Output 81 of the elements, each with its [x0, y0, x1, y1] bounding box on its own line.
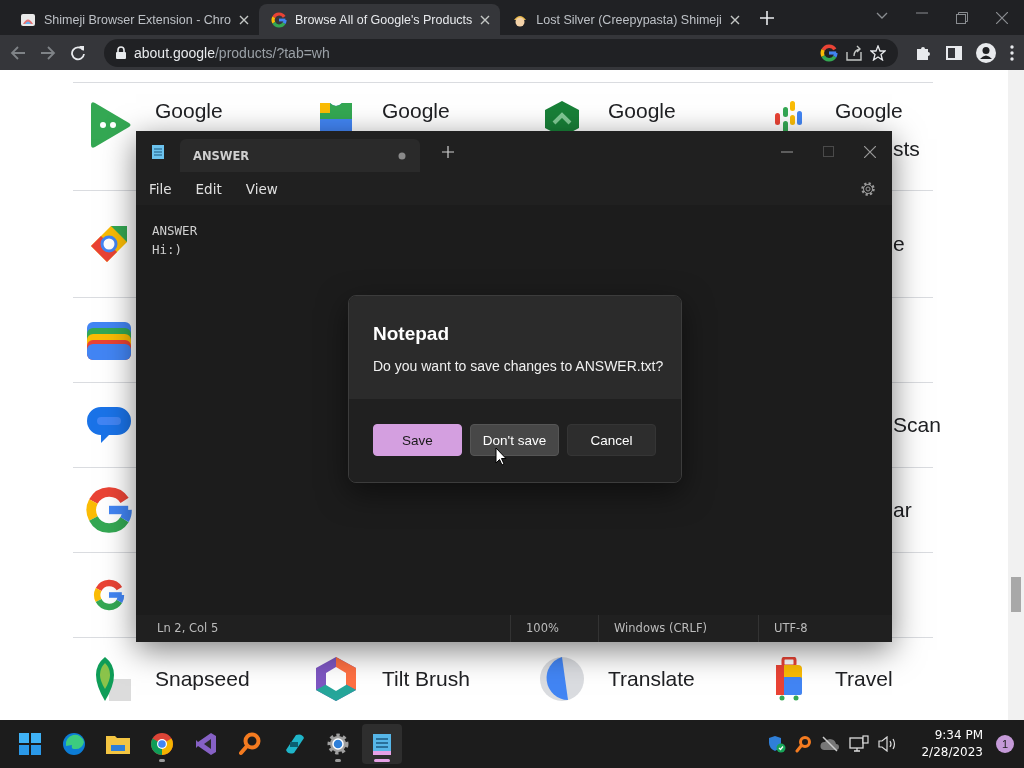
puzzle-icon[interactable] — [916, 44, 932, 61]
product-name[interactable]: e — [893, 232, 905, 256]
dialog-title: Notepad — [373, 323, 450, 345]
start-icon[interactable] — [19, 733, 41, 755]
settings-icon[interactable] — [860, 180, 876, 197]
back-icon[interactable] — [10, 44, 26, 61]
product-name[interactable]: Google — [835, 99, 903, 123]
product-name[interactable]: Translate — [608, 667, 695, 691]
product-name[interactable]: ar — [893, 498, 912, 522]
menu-item[interactable]: Edit — [195, 180, 246, 197]
product-name[interactable]: Snapseed — [155, 667, 250, 691]
menu-item[interactable]: File — [149, 180, 196, 197]
product-name[interactable]: Tilt Brush — [382, 667, 470, 691]
ribbon-icon[interactable] — [195, 732, 217, 756]
pointer-icon — [495, 447, 507, 466]
g-logo-icon — [93, 579, 125, 611]
product-name[interactable]: Travel — [835, 667, 893, 691]
status-item: Windows (CRLF) — [598, 615, 758, 642]
notepad-icon — [151, 143, 165, 160]
close-icon[interactable] — [729, 14, 740, 25]
restore-icon[interactable] — [956, 11, 968, 24]
product-name[interactable]: sts — [893, 137, 920, 161]
minimize-icon[interactable] — [781, 150, 793, 153]
lock-icon — [116, 46, 126, 59]
g-logo-icon — [85, 486, 133, 534]
document-tab[interactable]: ANSWER — [180, 139, 420, 172]
status-item: Ln 2, Col 5 — [156, 620, 220, 637]
close-icon[interactable] — [996, 11, 1008, 24]
taskbar-button[interactable] — [362, 724, 402, 764]
close-icon[interactable] — [238, 14, 249, 25]
share-icon[interactable] — [846, 44, 862, 61]
favicon-icon — [20, 11, 36, 28]
close-icon[interactable] — [864, 145, 876, 158]
browser-swirl-icon[interactable] — [62, 732, 86, 756]
magnifier-icon[interactable] — [239, 732, 261, 756]
scroll-thumb[interactable] — [1011, 577, 1021, 612]
network-icon[interactable] — [849, 735, 870, 753]
dialog-message: Do you want to save changes to ANSWER.txt? — [373, 357, 664, 376]
suitcase-icon — [774, 657, 804, 701]
cloud-off-icon[interactable] — [820, 736, 841, 752]
chat-bubble-icon — [87, 405, 131, 445]
hexagon-icon — [314, 655, 358, 703]
product-name[interactable]: Google — [382, 99, 450, 123]
notification-badge[interactable]: 1 — [996, 735, 1014, 753]
google-icon — [820, 43, 838, 62]
shield-icon[interactable] — [768, 735, 787, 753]
address-field[interactable]: about.google/products/?tab=wh — [104, 38, 898, 67]
menu-item[interactable]: View — [245, 180, 302, 197]
magnifier-icon[interactable] — [795, 735, 812, 753]
profile-icon[interactable] — [976, 42, 996, 63]
clock[interactable]: 9:34 PM 2/28/2023 — [921, 727, 983, 761]
dialog-button[interactable]: Don't save — [470, 424, 559, 456]
browser-tab[interactable]: Shimeji Browser Extension - Chro — [8, 4, 259, 35]
menu-icon[interactable] — [1010, 44, 1014, 61]
browser-tab[interactable]: Lost Silver (Creepypasta) Shimeji — [500, 4, 750, 35]
sidebar-icon[interactable] — [946, 45, 962, 60]
product-name[interactable]: Google — [608, 99, 676, 123]
close-icon[interactable] — [480, 14, 491, 25]
star-icon[interactable] — [870, 44, 886, 61]
chevron-down-icon[interactable] — [876, 11, 888, 20]
dialog-button[interactable]: Cancel — [567, 424, 656, 456]
text-line: Hi:) — [152, 241, 184, 259]
text-line: ANSWER — [152, 222, 199, 240]
product-name[interactable]: Scan — [893, 413, 941, 437]
browser-icon[interactable] — [150, 732, 174, 756]
status-item: 100% — [510, 615, 598, 642]
google-favicon-icon — [270, 11, 287, 28]
forward-icon[interactable] — [40, 44, 56, 61]
folder-icon[interactable] — [105, 733, 131, 755]
translate-icon — [538, 655, 586, 703]
notepad-icon[interactable] — [371, 732, 393, 756]
product-name[interactable]: Google — [155, 99, 223, 123]
reload-icon[interactable] — [70, 44, 86, 61]
scrollbar[interactable] — [1008, 70, 1024, 720]
settings-icon[interactable] — [326, 732, 350, 756]
new-tab-icon[interactable] — [442, 145, 454, 158]
wallet-icon — [87, 320, 131, 360]
dialog-button[interactable]: Save — [373, 424, 462, 456]
browser-tab[interactable]: Browse All of Google's Products — [258, 4, 501, 35]
new-tab-icon[interactable] — [759, 10, 774, 25]
status-item: UTF-8 — [758, 615, 892, 642]
